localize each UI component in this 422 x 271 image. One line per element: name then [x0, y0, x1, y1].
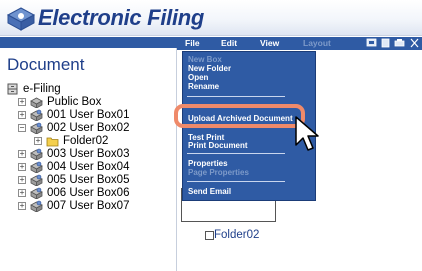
refresh-icon[interactable]: [366, 38, 377, 48]
expand-icon[interactable]: +: [18, 175, 26, 184]
left-pane-bar: [0, 37, 177, 48]
expand-icon[interactable]: +: [34, 136, 42, 145]
electronic-filing-logo-icon: [6, 7, 36, 31]
collapse-icon[interactable]: −: [18, 123, 26, 132]
menu-item-rename[interactable]: Rename: [188, 82, 219, 91]
folder-label[interactable]: Folder02: [214, 229, 259, 241]
tree-item-label: Folder02: [63, 134, 109, 147]
tree-item-label: 004 User Box04: [47, 160, 130, 173]
tree-item-label: e-Filing: [23, 82, 61, 95]
tree-item-user-box-02[interactable]: − 002 User Box02: [18, 121, 130, 134]
menu-separator: [187, 181, 285, 182]
menu-item-print-document[interactable]: Print Document: [188, 141, 248, 150]
app-header: Electronic Filing: [0, 0, 422, 36]
tree-item-user-box-05[interactable]: + 005 User Box05: [18, 173, 129, 186]
tree-item-folder02[interactable]: + Folder02: [34, 134, 108, 147]
tree-item-user-box-06[interactable]: + 006 User Box06: [18, 186, 129, 199]
user-box-icon: [30, 148, 43, 160]
menu-layout[interactable]: Layout: [303, 38, 331, 48]
print-icon[interactable]: [394, 38, 405, 48]
menu-file[interactable]: File: [185, 38, 200, 48]
public-box-icon: [30, 97, 43, 108]
tree-item-public-box[interactable]: + Public Box: [18, 95, 101, 108]
expand-icon[interactable]: +: [18, 162, 26, 171]
tree-item-label: 001 User Box01: [47, 108, 130, 121]
tree-item-label: Public Box: [47, 95, 102, 108]
cut-icon[interactable]: [409, 38, 420, 48]
user-box-icon: [30, 122, 43, 134]
menu-separator: [187, 96, 285, 97]
menu-view[interactable]: View: [260, 38, 279, 48]
tree-item-label: 007 User Box07: [47, 199, 130, 212]
tree-item-user-box-01[interactable]: + 001 User Box01: [18, 108, 129, 121]
tree-item-label: 006 User Box06: [47, 186, 130, 199]
expand-icon[interactable]: +: [18, 110, 26, 119]
tree-item-label: 002 User Box02: [47, 121, 130, 134]
user-box-icon: [30, 109, 43, 121]
tree-item-user-box-07[interactable]: + 007 User Box07: [18, 199, 129, 212]
user-box-icon: [30, 200, 43, 212]
folder-icon: [46, 137, 59, 146]
menu-separator: [187, 153, 285, 154]
tree-item-label: 005 User Box05: [47, 173, 130, 186]
tree-item-user-box-03[interactable]: + 003 User Box03: [18, 147, 129, 160]
expand-icon[interactable]: +: [18, 97, 26, 106]
folder-checkbox[interactable]: [205, 231, 214, 240]
highlight-ring: [174, 104, 305, 128]
tree-item-user-box-04[interactable]: + 004 User Box04: [18, 160, 129, 173]
expand-icon[interactable]: +: [18, 149, 26, 158]
user-box-icon: [30, 174, 43, 186]
user-box-icon: [30, 187, 43, 199]
mouse-cursor-icon: [295, 116, 319, 151]
menu-item-new-box[interactable]: New Box: [188, 55, 222, 64]
document-icon[interactable]: [380, 38, 391, 48]
menu-item-page-properties[interactable]: Page Properties: [188, 168, 249, 177]
menu-item-properties[interactable]: Properties: [188, 159, 228, 168]
pane-title: Document: [7, 55, 85, 74]
expand-icon[interactable]: +: [18, 201, 26, 210]
app-title: Electronic Filing: [38, 5, 205, 30]
menu-item-send-email[interactable]: Send Email: [188, 187, 231, 196]
menu-bar: File Edit View Layout: [177, 37, 422, 50]
menu-item-open[interactable]: Open: [188, 73, 208, 82]
user-box-icon: [30, 161, 43, 173]
menu-item-new-folder[interactable]: New Folder: [188, 64, 231, 73]
tree-item-label: 003 User Box03: [47, 147, 130, 160]
expand-icon[interactable]: +: [18, 188, 26, 197]
menu-edit[interactable]: Edit: [221, 38, 237, 48]
tree-item-efiling[interactable]: e-Filing: [6, 82, 61, 95]
efiling-cabinet-icon: [7, 83, 18, 94]
